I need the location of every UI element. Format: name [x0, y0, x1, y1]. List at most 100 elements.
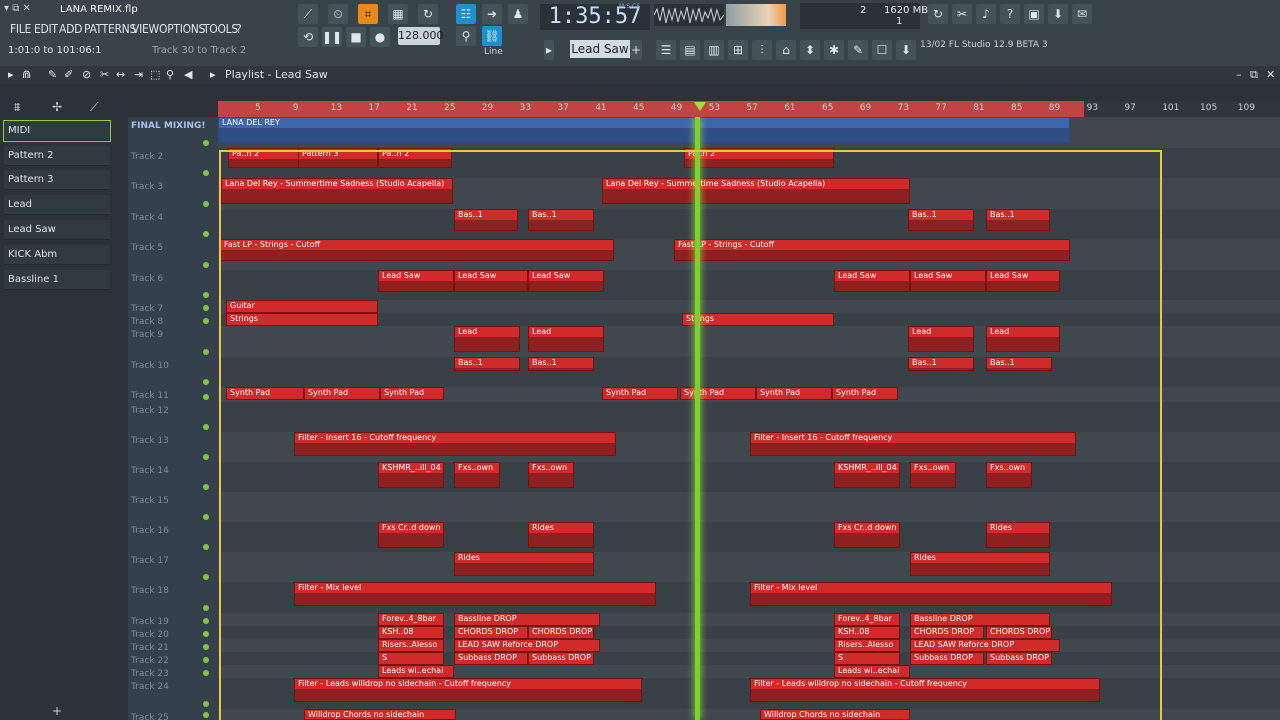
- playlist-clip[interactable]: Pa..n 2: [684, 148, 834, 168]
- playlist-clip[interactable]: Bas..1: [454, 357, 520, 371]
- track-led-icon[interactable]: [203, 292, 209, 298]
- minimize-icon[interactable]: –: [1236, 68, 1242, 81]
- touch-icon[interactable]: ☐: [872, 40, 892, 60]
- restore-icon[interactable]: ⧉: [1250, 68, 1258, 82]
- playlist-clip[interactable]: Pa..n 2: [228, 148, 308, 168]
- track-led-icon[interactable]: [203, 574, 209, 580]
- playlist-clip[interactable]: Bas..1: [528, 209, 594, 231]
- playlist-clip[interactable]: Pa..n 2: [378, 148, 452, 168]
- track-led-icon[interactable]: [203, 514, 209, 520]
- picker-item[interactable]: Pattern 2: [4, 146, 110, 166]
- loop-region[interactable]: [218, 101, 1084, 117]
- slice-icon[interactable]: ⇥: [134, 68, 143, 81]
- timeline-ruler[interactable]: 5 9 13 17 21 25 29 33 37 41 45 49 53 57 61 65 69 73 77 81 85…: [218, 101, 1280, 117]
- track-row[interactable]: [218, 402, 1280, 432]
- playlist-clip[interactable]: Filter - Leads willdrop no sidechain - C…: [750, 678, 1100, 702]
- playlist-clip[interactable]: Fxs..own: [454, 462, 500, 488]
- track-name[interactable]: Track 4: [131, 213, 163, 223]
- playlist-clip[interactable]: Lead: [528, 326, 604, 352]
- track-led-icon[interactable]: [203, 644, 209, 650]
- playlist-clip[interactable]: Willdrop Chords no sidechain: [304, 709, 456, 720]
- counter-icon[interactable]: ⌗: [358, 4, 378, 24]
- mute-icon[interactable]: ✂: [100, 68, 109, 81]
- track-row[interactable]: [218, 357, 1280, 387]
- track-row[interactable]: [218, 552, 1280, 582]
- menu-add[interactable]: ADD: [59, 22, 82, 36]
- playlist-clip[interactable]: Fxs Cr..d down: [834, 522, 900, 548]
- snap-label[interactable]: Line: [484, 47, 503, 57]
- track-led-icon[interactable]: [203, 305, 209, 311]
- playlist-clip[interactable]: Lead Saw: [910, 270, 986, 292]
- playlist-clip[interactable]: Lead Saw: [378, 270, 454, 292]
- pattern-prev-icon[interactable]: ▸: [544, 40, 554, 60]
- metronome-icon[interactable]: ⏲: [328, 4, 348, 24]
- playlist-clip[interactable]: Bas..1: [454, 209, 518, 231]
- master-volume[interactable]: [726, 4, 786, 26]
- playlist-clip[interactable]: Synth Pad: [304, 387, 380, 400]
- magic-icon[interactable]: ✎: [848, 40, 868, 60]
- track-name[interactable]: Track 3: [131, 182, 163, 192]
- track-led-icon[interactable]: [203, 484, 209, 490]
- playlist-clip[interactable]: Bas..1: [986, 357, 1052, 371]
- track-name[interactable]: Track 9: [131, 330, 163, 340]
- track-name[interactable]: Track 6: [131, 274, 163, 284]
- playlist-clip[interactable]: Subbass DROP: [910, 652, 984, 665]
- playlist-grid[interactable]: LANA DEL REY Pa..n 2 Pattern 3 Pa..n 2 Pa..n…: [218, 117, 1280, 720]
- track-name[interactable]: Track 18: [131, 586, 169, 596]
- playlist-clip[interactable]: Lana Del Rey - Summertime Sadness (Studi…: [221, 178, 453, 204]
- track-name[interactable]: Track 14: [131, 466, 169, 476]
- playlist-icon[interactable]: ☰: [656, 40, 676, 60]
- picker-item[interactable]: Pattern 3: [4, 170, 110, 190]
- playlist-clip[interactable]: LANA DEL REY: [218, 117, 1070, 143]
- playlist-clip[interactable]: Leads wi..echai: [834, 665, 910, 678]
- cut-icon[interactable]: ✂: [952, 4, 972, 24]
- picker-item[interactable]: Bassline 1: [4, 270, 110, 290]
- playlist-clip[interactable]: Risers..Alesso: [834, 639, 900, 652]
- track-led-icon[interactable]: [203, 379, 209, 385]
- delete-icon[interactable]: ⊘: [82, 68, 91, 81]
- playlist-clip[interactable]: Pattern 3: [298, 148, 378, 168]
- pause-icon[interactable]: ❚❚: [322, 27, 342, 47]
- playlist-clip[interactable]: Lead Saw: [454, 270, 528, 292]
- plugin-icon[interactable]: ⬍: [800, 40, 820, 60]
- help-icon[interactable]: ?: [1000, 4, 1020, 24]
- loop-record-icon[interactable]: ↻: [418, 4, 438, 24]
- track-led-icon[interactable]: [203, 618, 209, 624]
- picker-automation-icon[interactable]: ⟋: [90, 100, 98, 115]
- add-track-icon[interactable]: +: [52, 704, 62, 718]
- playlist-clip[interactable]: Filter - Mix level: [294, 582, 656, 606]
- track-name[interactable]: Track 7: [131, 304, 163, 314]
- playlist-clip[interactable]: Lead: [454, 326, 520, 352]
- mixer-icon[interactable]: ♟: [508, 4, 528, 24]
- link-icon[interactable]: ⛓: [482, 26, 502, 46]
- select-icon[interactable]: ⬚: [150, 68, 160, 81]
- track-name[interactable]: Track 5: [131, 243, 163, 253]
- playlist-clip[interactable]: Subbass DROP: [986, 652, 1052, 665]
- track-led-icon[interactable]: [203, 140, 209, 146]
- track-row[interactable]: [218, 492, 1280, 522]
- browser-icon[interactable]: ⌂: [776, 40, 796, 60]
- picker-item[interactable]: KICK Abm: [4, 245, 110, 265]
- pat-song-icon[interactable]: ⟋: [298, 4, 318, 24]
- loop-icon[interactable]: ⟲: [298, 27, 318, 47]
- playlist-clip[interactable]: Forev..4_8bar: [834, 613, 900, 626]
- track-led-icon[interactable]: [203, 318, 209, 324]
- magnet-tool-icon[interactable]: ⋒: [22, 68, 31, 81]
- picker-item[interactable]: Lead Saw: [4, 220, 110, 240]
- playlist-clip[interactable]: Fast LP - Strings - Cutoff: [220, 239, 614, 261]
- picker-audio-icon[interactable]: ✢: [52, 100, 62, 114]
- playlist-clip[interactable]: CHORDS DROP: [986, 626, 1052, 639]
- playlist-clip[interactable]: Rides: [454, 552, 594, 576]
- sliders-icon[interactable]: ⫶: [752, 40, 772, 60]
- snap-icon[interactable]: ☷: [456, 4, 476, 24]
- playlist-clip[interactable]: LEAD SAW Reforce DROP: [454, 639, 600, 652]
- track-name[interactable]: Track 23: [131, 669, 169, 679]
- track-row[interactable]: [218, 209, 1280, 239]
- track-led-icon[interactable]: [203, 201, 209, 207]
- track-name[interactable]: Track 8: [131, 317, 163, 327]
- render-icon[interactable]: ⬇: [1048, 4, 1068, 24]
- track-name[interactable]: Track 25: [131, 713, 169, 720]
- playlist-clip[interactable]: Bassline DROP: [910, 613, 1050, 626]
- refresh-icon[interactable]: ↻: [928, 4, 948, 24]
- playlist-clip[interactable]: Bas..1: [908, 357, 974, 371]
